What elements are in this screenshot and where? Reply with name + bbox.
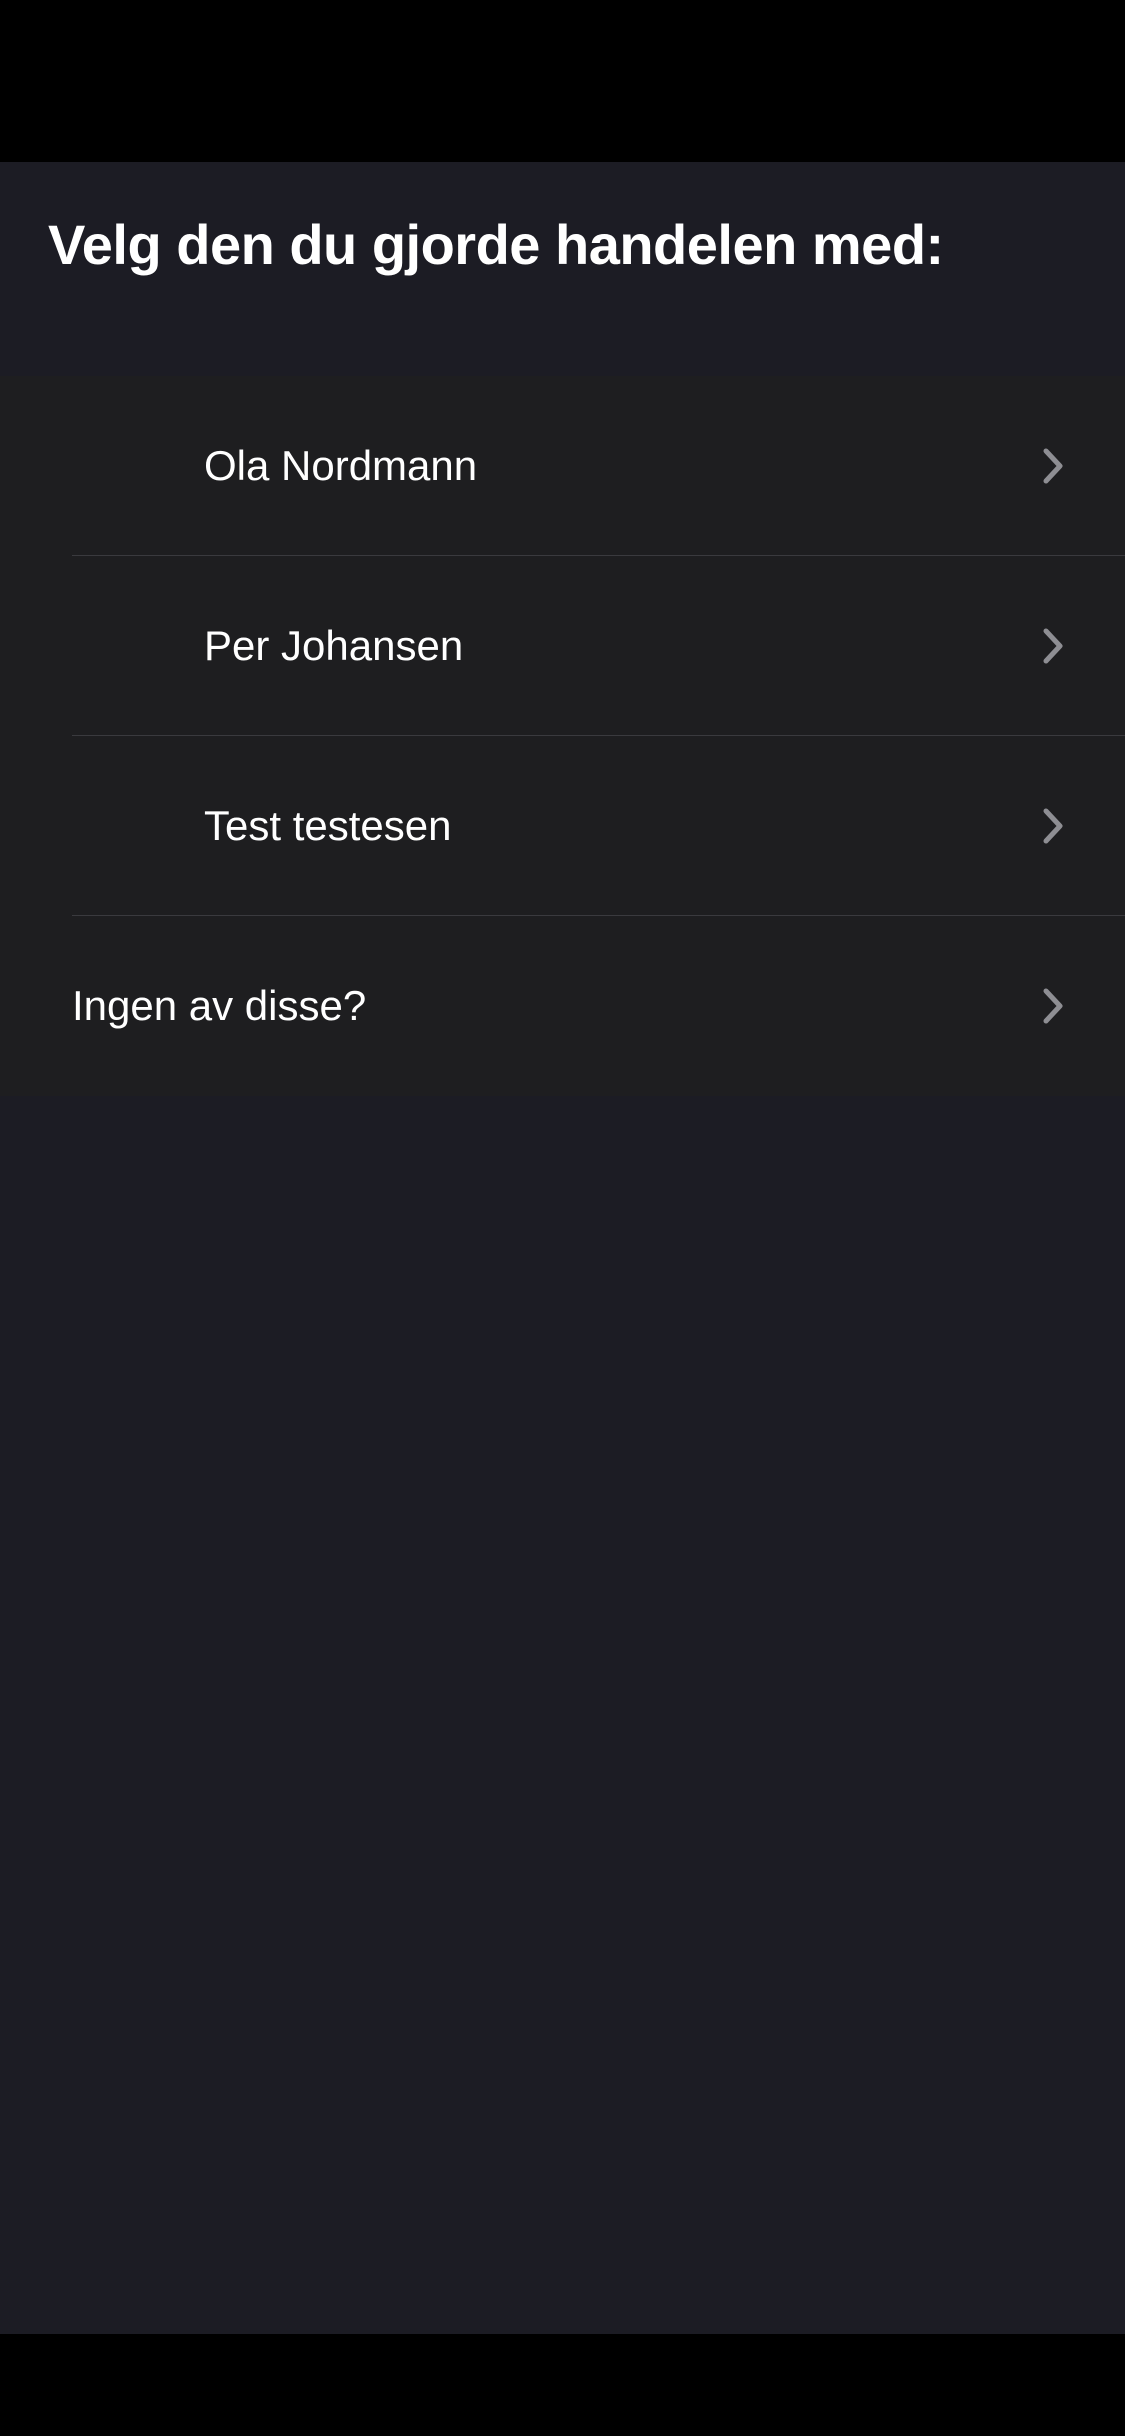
chevron-right-icon — [1043, 628, 1063, 664]
counterparty-list: Ola Nordmann Per Johansen Test testesen — [0, 376, 1125, 1096]
page-title: Velg den du gjorde handelen med: — [48, 213, 944, 276]
list-item-label: Per Johansen — [204, 622, 464, 669]
chevron-right-icon — [1043, 808, 1063, 844]
screen: Velg den du gjorde handelen med: Ola Nor… — [0, 0, 1125, 2436]
none-of-these-label: Ingen av disse? — [72, 982, 367, 1029]
none-of-these-option[interactable]: Ingen av disse? — [0, 916, 1125, 1096]
chevron-right-icon — [1043, 988, 1063, 1024]
status-bar-area — [0, 0, 1125, 162]
home-indicator-area — [0, 2334, 1125, 2436]
list-item-label: Ola Nordmann — [204, 442, 478, 489]
list-item-test-testesen[interactable]: Test testesen — [0, 736, 1125, 916]
list-item-per-johansen[interactable]: Per Johansen — [0, 556, 1125, 736]
content-area: Velg den du gjorde handelen med: Ola Nor… — [0, 162, 1125, 2334]
chevron-right-icon — [1043, 448, 1063, 484]
list-item-ola-nordmann[interactable]: Ola Nordmann — [0, 376, 1125, 556]
list-item-label: Test testesen — [204, 802, 452, 849]
